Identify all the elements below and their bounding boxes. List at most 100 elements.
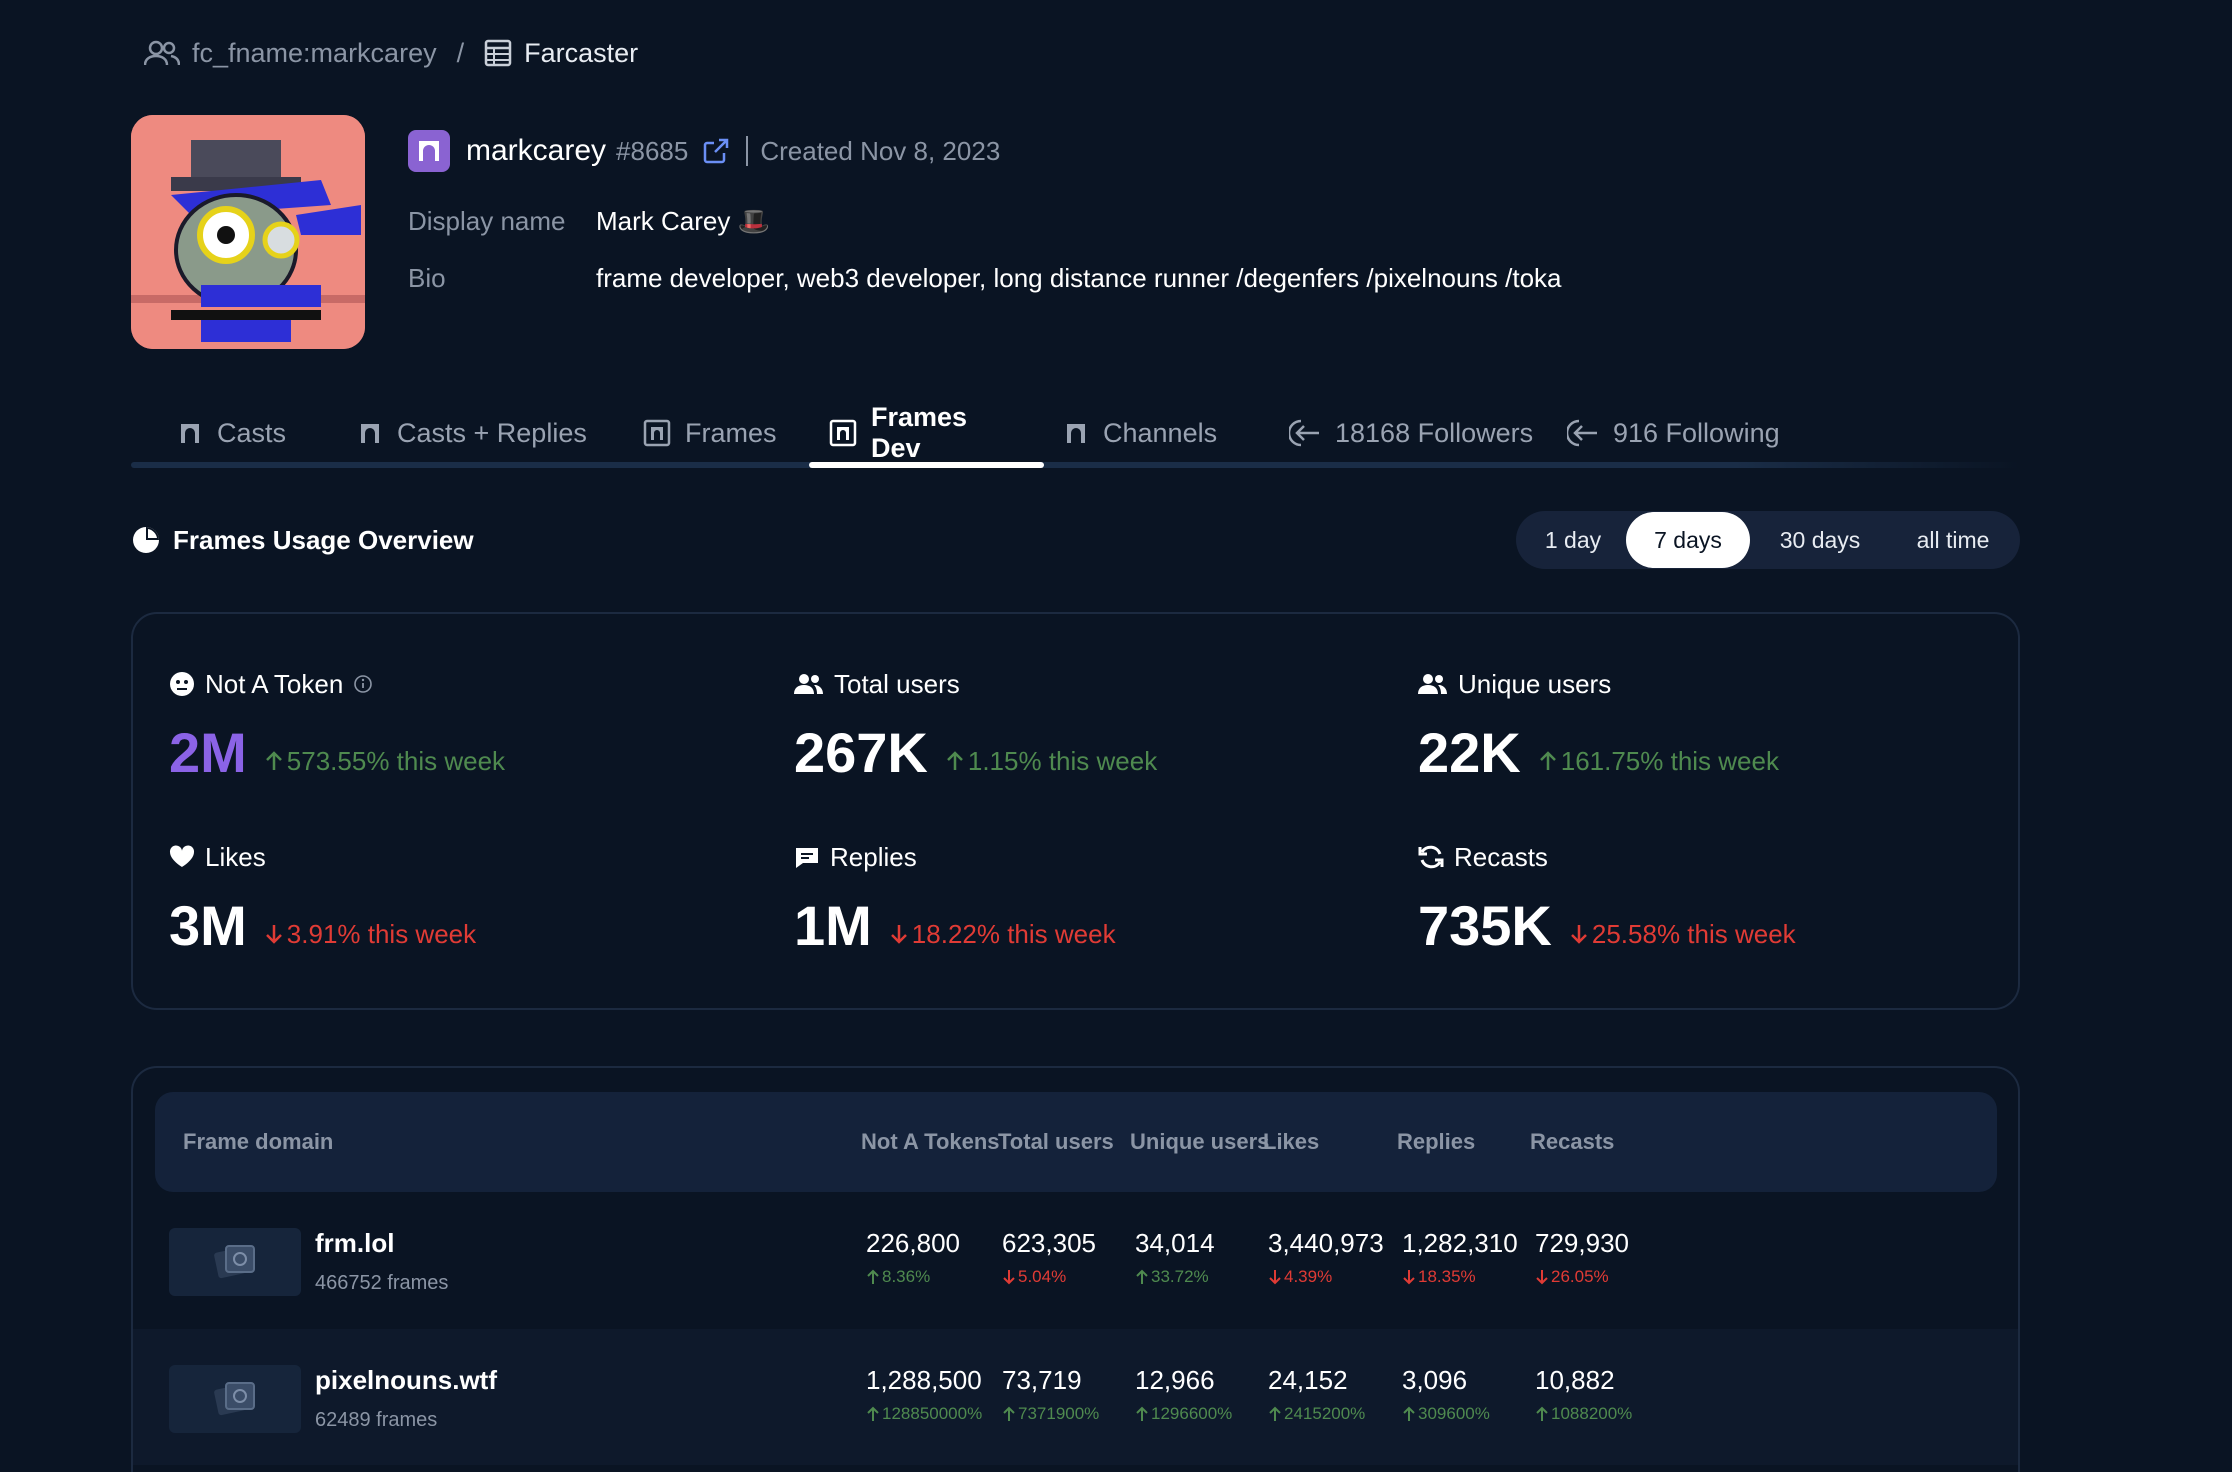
breadcrumb-source[interactable]: Farcaster — [484, 38, 638, 69]
tab-bar: Casts Casts + Replies Frames Frames Dev … — [131, 398, 2019, 468]
pie-chart-icon — [133, 527, 159, 553]
bio-row: Bio frame developer, web3 developer, lon… — [408, 263, 1562, 294]
arrow-up-icon — [946, 751, 963, 770]
col-frame-domain[interactable]: Frame domain — [183, 1092, 333, 1192]
users-icon — [1418, 674, 1447, 694]
cell-change-text: 2415200% — [1284, 1404, 1366, 1423]
tab-followers[interactable]: 18168 Followers — [1269, 398, 1553, 468]
tab-casts-replies[interactable]: Casts + Replies — [337, 398, 607, 468]
cell-change-text: 18.35% — [1418, 1267, 1476, 1286]
stat-value: 735K — [1418, 894, 1552, 957]
tab-following-label: 916 Following — [1613, 417, 1780, 448]
arrow-up-icon — [1403, 1406, 1415, 1421]
cell-change: 2415200% — [1268, 1404, 1365, 1424]
cell-change-text: 309600% — [1418, 1404, 1490, 1423]
stat-change: 1.15% this week — [946, 746, 1157, 777]
arrow-up-icon — [867, 1406, 879, 1421]
cell-change-text: 26.05% — [1551, 1267, 1609, 1286]
display-name-value: Mark Carey 🎩 — [596, 206, 770, 236]
col-not-a-tokens[interactable]: Not A Tokens — [861, 1092, 1000, 1192]
stat-value: 3M — [169, 894, 247, 957]
cell-value: 10,882 — [1535, 1365, 1615, 1395]
breadcrumb-user[interactable]: fc_fname:markcarey — [144, 38, 437, 69]
bio-value: frame developer, web3 developer, long di… — [596, 263, 1562, 293]
cell-change: 26.05% — [1535, 1267, 1629, 1287]
cell-value: 1,282,310 — [1402, 1228, 1518, 1258]
frame-domain[interactable]: frm.lol — [315, 1228, 394, 1259]
arrow-up-icon — [1536, 1406, 1548, 1421]
tab-casts-replies-label: Casts + Replies — [397, 417, 587, 448]
tab-channels-label: Channels — [1103, 417, 1218, 448]
arrow-down-icon — [1403, 1270, 1415, 1285]
stat-label: Unique users — [1458, 668, 1612, 699]
profile-header: markcarey #8685 Created Nov 8, 2023 — [408, 130, 1000, 172]
breadcrumb: fc_fname:markcarey / Farcaster — [144, 36, 638, 70]
tab-frames-dev[interactable]: Frames Dev — [809, 398, 1044, 468]
cell-change: 4.39% — [1268, 1267, 1384, 1287]
stat-change: 3.91% this week — [265, 919, 476, 950]
farcaster-logo-icon — [408, 130, 450, 172]
arch-icon — [1067, 424, 1085, 443]
users-icon — [794, 674, 823, 694]
external-link-icon[interactable] — [702, 137, 730, 165]
frame-thumbnail — [169, 1228, 301, 1296]
heart-icon — [169, 845, 195, 867]
chat-icon — [796, 848, 818, 868]
cell-unique-users: 12,966 1296600% — [1135, 1365, 1232, 1424]
cell-change: 309600% — [1402, 1404, 1490, 1424]
cell-change-text: 1296600% — [1151, 1404, 1233, 1423]
stat-label: Total users — [834, 668, 960, 699]
breadcrumb-user-label: fc_fname:markcarey — [192, 37, 437, 68]
tab-following[interactable]: 916 Following — [1547, 398, 1800, 468]
stat-likes: Likes 3M 3.91% this week — [169, 841, 476, 958]
arrow-down-icon — [1003, 1270, 1015, 1285]
created-date: Created Nov 8, 2023 — [746, 136, 1000, 166]
overview-title-label: Frames Usage Overview — [173, 524, 474, 555]
stat-label: Replies — [830, 841, 917, 872]
cell-value: 623,305 — [1002, 1228, 1096, 1258]
cell-recasts: 10,882 1088200% — [1535, 1365, 1632, 1424]
tab-followers-label: 18168 Followers — [1335, 417, 1534, 448]
arrow-up-icon — [867, 1269, 879, 1284]
col-unique-users[interactable]: Unique users — [1130, 1092, 1269, 1192]
arrow-in-icon — [1567, 419, 1597, 447]
range-all-time[interactable]: all time — [1890, 512, 2016, 568]
cell-value: 24,152 — [1268, 1365, 1348, 1395]
cell-change-text: 5.04% — [1018, 1267, 1067, 1286]
col-recasts[interactable]: Recasts — [1530, 1092, 1614, 1192]
stat-change: 18.22% this week — [890, 919, 1116, 950]
stat-change: 25.58% this week — [1570, 919, 1796, 950]
cell-value: 12,966 — [1135, 1365, 1215, 1395]
range-1-day[interactable]: 1 day — [1520, 512, 1626, 568]
tab-frames-label: Frames — [685, 417, 777, 448]
cell-value: 73,719 — [1002, 1365, 1082, 1395]
table-row[interactable]: pixelnouns.wtf 62489 frames 1,288,500 12… — [133, 1329, 2018, 1465]
col-replies[interactable]: Replies — [1397, 1092, 1475, 1192]
cell-likes: 3,440,973 4.39% — [1268, 1228, 1384, 1287]
cell-change: 1296600% — [1135, 1404, 1232, 1424]
col-total-users[interactable]: Total users — [998, 1092, 1114, 1192]
frame-domain[interactable]: pixelnouns.wtf — [315, 1365, 497, 1396]
stat-unique-users: Unique users 22K 161.75% this week — [1418, 668, 1779, 785]
col-likes[interactable]: Likes — [1263, 1092, 1319, 1192]
cell-replies: 1,282,310 18.35% — [1402, 1228, 1518, 1287]
tab-frames[interactable]: Frames — [623, 398, 797, 468]
cell-unique-users: 34,014 33.72% — [1135, 1228, 1215, 1287]
table-row[interactable]: frm.lol 466752 frames 226,800 8.36% 623,… — [133, 1192, 2018, 1328]
cell-replies: 3,096 309600% — [1402, 1365, 1490, 1424]
arrow-down-icon — [1269, 1270, 1281, 1285]
cell-change: 8.36% — [866, 1267, 960, 1287]
cell-change-text: 33.72% — [1151, 1267, 1209, 1286]
avatar — [131, 115, 365, 349]
tab-casts[interactable]: Casts — [157, 398, 306, 468]
stats-card: Not A Token 2M 573.55% this week Total u… — [131, 612, 2020, 1010]
token-icon — [170, 672, 194, 696]
breadcrumb-separator: / — [456, 37, 465, 68]
image-placeholder-icon — [214, 1382, 255, 1416]
tab-channels[interactable]: Channels — [1043, 398, 1237, 468]
range-30-days[interactable]: 30 days — [1750, 512, 1890, 568]
cell-value: 3,096 — [1402, 1365, 1468, 1395]
info-icon[interactable] — [353, 674, 373, 694]
cell-change-text: 7371900% — [1018, 1404, 1100, 1423]
range-7-days[interactable]: 7 days — [1626, 512, 1750, 568]
